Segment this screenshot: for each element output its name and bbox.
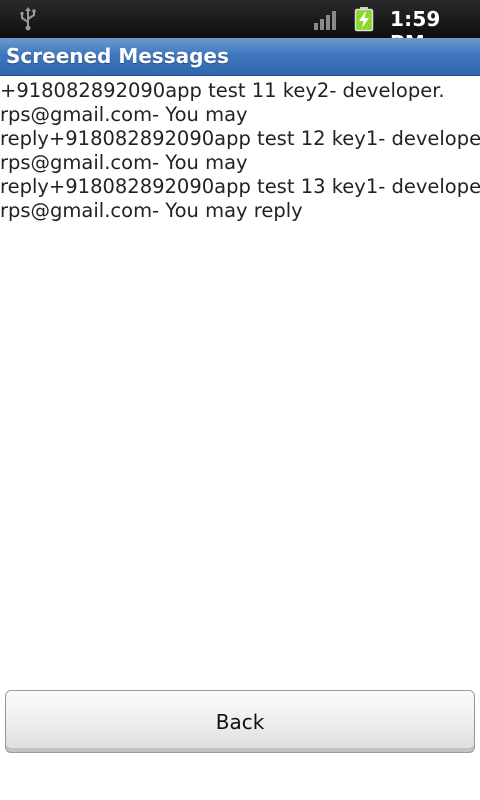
battery-charging-icon [354,6,374,32]
back-button[interactable]: Back [5,690,475,753]
message-line: rps@gmail.com- You may [0,103,248,126]
usb-icon [16,6,40,32]
messages-text: +918082892090app test 11 key2- developer… [0,79,480,223]
message-line: rps@gmail.com- You may [0,151,248,174]
back-button-label: Back [215,710,265,734]
title-bar: Screened Messages [0,38,480,76]
status-bar: 1:59 PM [0,0,480,55]
message-line: reply+918082892090app test 12 key1- deve… [0,127,480,150]
message-line: +918082892090app test 11 key2- developer… [0,79,445,102]
signal-icon [313,9,339,31]
message-line: rps@gmail.com- You may reply [0,199,303,222]
message-line: reply+918082892090app test 13 key1- deve… [0,175,480,198]
page-title: Screened Messages [6,44,229,68]
